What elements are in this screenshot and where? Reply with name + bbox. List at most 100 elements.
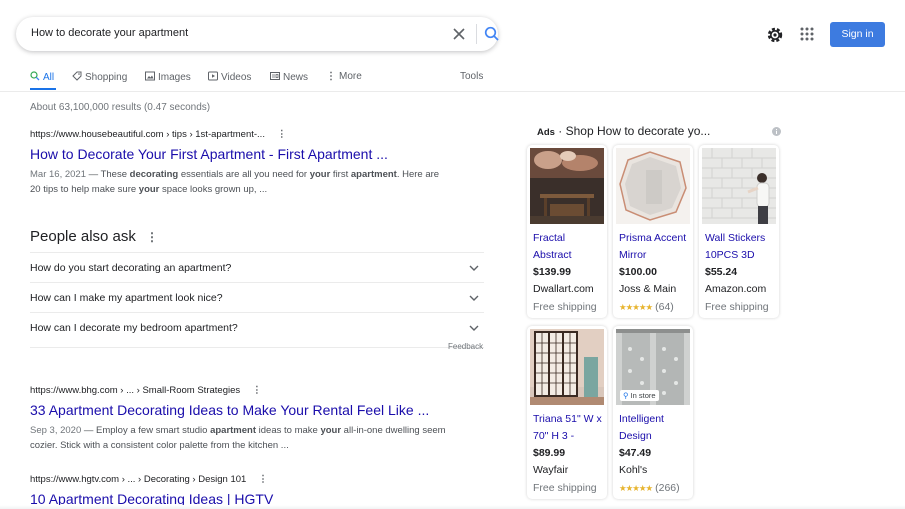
sign-in-button[interactable]: Sign in [830, 22, 885, 47]
snippet-highlight: apartment [350, 169, 397, 180]
snippet-highlight: your [138, 184, 160, 195]
paa-question-text: How can I make my apartment look nice? [30, 292, 223, 304]
product-name[interactable]: Fractal Abstract [533, 230, 605, 264]
result-url[interactable]: https://www.bhg.com › ... › Small-Room S… [30, 385, 450, 396]
tab-more[interactable]: ⋮ More [326, 71, 362, 82]
snippet-text: first [330, 169, 351, 180]
result-snippet: Sep 3, 2020 — Employ a few smart studio … [30, 423, 450, 453]
kebab-icon: ⋮ [326, 71, 336, 82]
paa-question-text: How can I decorate my bedroom apartment? [30, 322, 238, 334]
result-url[interactable]: https://www.housebeautiful.com › tips › … [30, 129, 450, 140]
snippet-highlight: decorating [129, 169, 179, 180]
play-icon [208, 71, 218, 81]
result-title-link[interactable]: How to Decorate Your First Apartment - F… [30, 146, 450, 162]
tab-label: All [43, 72, 55, 83]
product-seller: Kohl's [619, 464, 648, 476]
result-url[interactable]: https://www.hgtv.com › ... › Decorating … [30, 474, 450, 485]
apps-grid-icon[interactable] [799, 26, 815, 42]
snippet-text: ideas to make [256, 425, 321, 436]
tab-images[interactable]: Images [145, 71, 191, 83]
image-icon [145, 71, 155, 81]
paa-question[interactable]: How can I make my apartment look nice? [30, 282, 484, 312]
shipping-info: Free shipping [533, 301, 597, 313]
product-name[interactable]: Intelligent Design [619, 411, 691, 445]
product-card[interactable]: ⚲ In store Intelligent Design $47.49 Koh… [613, 326, 693, 499]
paa-question-text: How do you start decorating an apartment… [30, 262, 232, 274]
ads-heading: Ads · Shop How to decorate yo... [537, 124, 710, 138]
ads-heading-text: · Shop How to decorate yo... [554, 124, 711, 138]
chevron-down-icon [469, 325, 479, 331]
result-url-text: https://www.bhg.com › ... › Small-Room S… [30, 385, 241, 396]
search-icon[interactable] [482, 24, 502, 44]
search-divider [476, 24, 477, 44]
rating-count: (64) [655, 301, 674, 313]
product-card[interactable]: Triana 51" W x 70" H 3 - $89.99 Wayfair … [527, 326, 607, 499]
feedback-link[interactable]: Feedback [448, 342, 483, 351]
tab-videos[interactable]: Videos [208, 71, 251, 83]
in-store-badge: ⚲ In store [620, 390, 659, 401]
people-also-ask-title: People also ask [30, 228, 136, 245]
search-result: https://www.hgtv.com › ... › Decorating … [30, 474, 450, 507]
tools-button[interactable]: Tools [460, 71, 483, 82]
page-bottom-edge [0, 505, 905, 509]
active-tab-indicator [30, 88, 56, 90]
shipping-info: Free shipping [705, 301, 769, 313]
star-rating-icon: ★★★★★ [619, 302, 653, 312]
shipping-info: Free shipping [533, 482, 597, 494]
product-name[interactable]: Wall Stickers 10PCS 3D [705, 230, 777, 264]
product-card[interactable]: Fractal Abstract $139.99 Dwallart.com Fr… [527, 145, 607, 318]
product-name[interactable]: Triana 51" W x 70" H 3 - [533, 411, 605, 445]
paa-divider [30, 347, 484, 348]
result-date: Sep 3, 2020 [30, 425, 82, 436]
search-input[interactable]: How to decorate your apartment [31, 27, 188, 39]
kebab-icon[interactable]: ⋮ [258, 474, 268, 485]
result-title-link[interactable]: 33 Apartment Decorating Ideas to Make Yo… [30, 402, 450, 418]
star-rating-icon: ★★★★★ [619, 483, 653, 493]
search-result: https://www.housebeautiful.com › tips › … [30, 129, 450, 197]
product-price: $139.99 [533, 266, 571, 278]
result-stats: About 63,100,000 results (0.47 seconds) [30, 102, 211, 113]
tab-all[interactable]: All [30, 71, 54, 83]
result-url-text: https://www.hgtv.com › ... › Decorating … [30, 474, 247, 485]
product-seller: Wayfair [533, 464, 569, 476]
search-bar[interactable]: How to decorate your apartment [16, 17, 499, 51]
result-url-text: https://www.housebeautiful.com › tips › … [30, 129, 265, 140]
snippet-text: essentials are all you need for [178, 169, 310, 180]
product-card[interactable]: Wall Stickers 10PCS 3D $55.24 Amazon.com… [699, 145, 779, 318]
search-result: https://www.bhg.com › ... › Small-Room S… [30, 385, 450, 453]
tab-shopping[interactable]: Shopping [72, 71, 127, 83]
in-store-text: In store [630, 391, 656, 400]
kebab-icon[interactable]: ⋮ [146, 230, 158, 244]
chevron-down-icon [469, 265, 479, 271]
product-seller: Amazon.com [705, 283, 767, 295]
result-snippet: Mar 16, 2021 — These decorating essentia… [30, 167, 450, 197]
info-icon[interactable] [772, 127, 781, 136]
product-image-wrap: ⚲ In store [616, 329, 690, 405]
paa-question[interactable]: How do you start decorating an apartment… [30, 252, 484, 282]
product-price: $89.99 [533, 447, 566, 459]
snippet-highlight: your [309, 169, 331, 180]
product-price: $100.00 [619, 266, 657, 278]
product-name[interactable]: Prisma Accent Mirror [619, 230, 691, 264]
tab-label: Shopping [85, 72, 128, 83]
gear-icon[interactable] [765, 25, 785, 45]
product-seller: Joss & Main [619, 283, 677, 295]
close-icon[interactable] [450, 25, 468, 43]
tab-label: News [283, 72, 309, 83]
news-icon [270, 72, 280, 80]
tab-news[interactable]: News [270, 71, 308, 83]
result-date: Mar 16, 2021 [30, 169, 86, 180]
tab-label: Videos [221, 72, 252, 83]
product-rating: ★★★★★ (64) [619, 301, 674, 313]
kebab-icon[interactable]: ⋮ [277, 129, 287, 140]
product-price: $55.24 [705, 266, 738, 278]
product-card[interactable]: Prisma Accent Mirror $100.00 Joss & Main… [613, 145, 693, 318]
snippet-text: — These [85, 169, 130, 180]
kebab-icon[interactable]: ⋮ [252, 385, 262, 396]
product-rating: ★★★★★ (266) [619, 482, 680, 494]
tab-label: More [339, 71, 362, 82]
product-price: $47.49 [619, 447, 652, 459]
rating-count: (266) [655, 482, 680, 494]
paa-question[interactable]: How can I decorate my bedroom apartment? [30, 312, 484, 342]
product-image [616, 148, 690, 224]
